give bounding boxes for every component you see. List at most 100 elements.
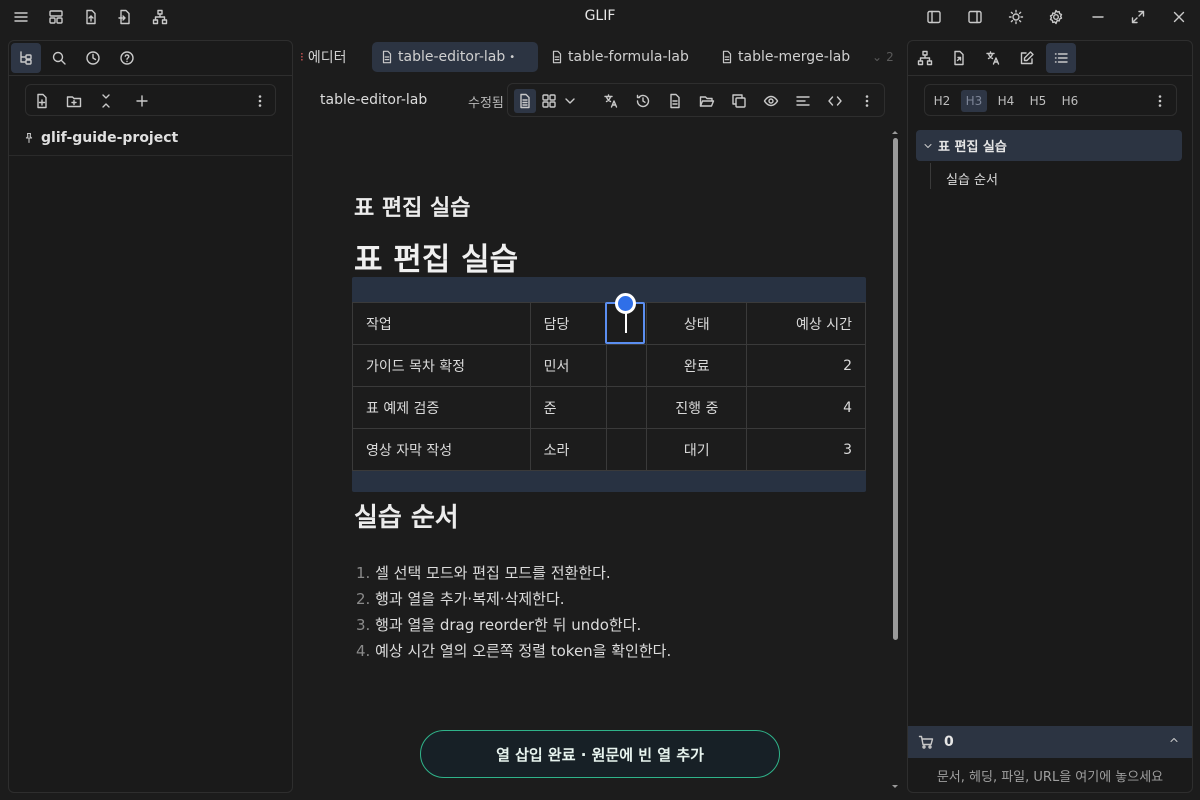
graph-icon[interactable] xyxy=(910,43,940,73)
theme-sun-icon[interactable] xyxy=(1003,4,1029,30)
preview-eye-icon[interactable] xyxy=(762,92,780,110)
tabs-overflow[interactable]: ⌄ 2 xyxy=(864,42,902,72)
file-toolbar xyxy=(25,84,276,116)
chevron-down-icon[interactable] xyxy=(561,92,579,110)
new-file-icon[interactable] xyxy=(33,92,51,110)
outline-item-2[interactable]: 실습 순서 xyxy=(946,169,998,188)
history-icon[interactable] xyxy=(634,92,652,110)
table-cell[interactable]: 표 예제 검증 xyxy=(352,386,531,429)
table-cell[interactable] xyxy=(605,344,648,387)
list-item: 2. 행과 열을 추가·복제·삭제한다. xyxy=(356,590,565,608)
more-vertical-icon[interactable] xyxy=(1147,90,1173,112)
column-drag-handle[interactable] xyxy=(615,293,636,314)
pin-icon xyxy=(23,132,35,144)
copy-icon[interactable] xyxy=(730,92,748,110)
minimize-icon[interactable] xyxy=(1085,4,1111,30)
heading-level-h4[interactable]: H4 xyxy=(993,90,1019,112)
steps-list: 1. 셀 선택 모드와 편집 모드를 전환한다. 2. 행과 열을 추가·복제·… xyxy=(356,560,671,664)
more-vertical-icon[interactable] xyxy=(858,92,876,110)
error-marker: ⁝ xyxy=(300,50,304,64)
heading-level-h5[interactable]: H5 xyxy=(1025,90,1051,112)
table-cell[interactable]: 진행 중 xyxy=(646,386,748,429)
search-icon[interactable] xyxy=(44,43,74,73)
editor-content[interactable]: 표 편집 실습 표 편집 실습 작업 담당 상태 예상 시간 가이드 목차 확정… xyxy=(298,120,902,792)
add-icon[interactable] xyxy=(133,92,151,110)
heading-level-h2[interactable]: H2 xyxy=(929,90,955,112)
tab-table-formula-lab[interactable]: table-formula-lab xyxy=(542,42,697,72)
divider xyxy=(908,75,1192,76)
divider xyxy=(9,155,292,156)
translate-icon[interactable] xyxy=(602,92,620,110)
new-folder-icon[interactable] xyxy=(65,92,83,110)
chevron-up-icon[interactable] xyxy=(1168,734,1180,746)
table-cell[interactable]: 영상 자막 작성 xyxy=(352,428,531,471)
table-block[interactable]: 작업 담당 상태 예상 시간 가이드 목차 확정 민서 완료 2 표 예제 검증… xyxy=(352,277,866,492)
folder-open-icon[interactable] xyxy=(698,92,716,110)
heading-level-h3[interactable]: H3 xyxy=(961,90,987,112)
table-cell[interactable]: 상태 xyxy=(646,302,748,345)
right-panel-toggle-icon[interactable] xyxy=(962,4,988,30)
heading-level-filter: H2 H3 H4 H5 H6 xyxy=(924,84,1177,116)
grid-view-icon[interactable] xyxy=(540,92,558,110)
outline-list-icon[interactable] xyxy=(1046,43,1076,73)
drop-zone[interactable]: 문서, 헤딩, 파일, URL을 여기에 놓으세요 xyxy=(908,758,1192,792)
table-cell[interactable]: 가이드 목차 확정 xyxy=(352,344,531,387)
table-cell[interactable]: 작업 xyxy=(352,302,531,345)
table-cell[interactable]: 2 xyxy=(746,344,866,387)
heading-level-h6[interactable]: H6 xyxy=(1057,90,1083,112)
settings-gear-icon[interactable] xyxy=(1043,4,1069,30)
column-handle-stem xyxy=(625,313,627,333)
table-cell[interactable]: 대기 xyxy=(646,428,748,471)
divider xyxy=(9,75,292,76)
document-header: table-editor-lab 수정됨 xyxy=(298,82,902,118)
edit-status: 수정됨 xyxy=(468,96,504,111)
table-cell[interactable] xyxy=(605,386,648,429)
align-left-icon[interactable] xyxy=(794,92,812,110)
table-cell[interactable]: 3 xyxy=(746,428,866,471)
toast-notification: 열 삽입 완료 · 원문에 빈 열 추가 xyxy=(420,730,780,778)
tab-table-merge-lab[interactable]: table-merge-lab xyxy=(712,42,858,72)
document-title: table-editor-lab xyxy=(320,92,428,108)
table-cell[interactable]: 예상 시간 xyxy=(746,302,866,345)
close-icon[interactable] xyxy=(1166,4,1192,30)
table-cell[interactable]: 완료 xyxy=(646,344,748,387)
history-clock-icon[interactable] xyxy=(78,43,108,73)
document-icon[interactable] xyxy=(666,92,684,110)
document-view-icon[interactable] xyxy=(514,89,536,113)
left-panel-toggle-icon[interactable] xyxy=(921,4,947,30)
collection-bar[interactable]: 0 xyxy=(908,726,1192,758)
table-row: 가이드 목차 확정 민서 완료 2 xyxy=(352,344,866,387)
table-cell[interactable]: 담당 xyxy=(529,302,607,345)
outline-item-1[interactable]: 표 편집 실습 xyxy=(916,130,1182,161)
linked-file-icon[interactable] xyxy=(944,43,974,73)
document-toolbar xyxy=(507,83,885,117)
chevron-down-icon: ⌄ xyxy=(872,50,883,64)
collapse-all-icon[interactable] xyxy=(97,92,115,110)
heading-h3: 표 편집 실습 xyxy=(354,196,471,221)
file-icon xyxy=(720,50,734,64)
maximize-icon[interactable] xyxy=(1125,4,1151,30)
heading-h2: 실습 순서 xyxy=(354,503,459,533)
project-name: glif-guide-project xyxy=(41,130,179,146)
tab-table-editor-lab[interactable]: table-editor-lab • xyxy=(372,42,538,72)
edit-icon[interactable] xyxy=(1012,43,1042,73)
project-root[interactable]: glif-guide-project xyxy=(23,130,178,146)
code-icon[interactable] xyxy=(826,92,844,110)
file-tree-icon[interactable] xyxy=(11,43,41,73)
table-cell[interactable]: 민서 xyxy=(529,344,607,387)
table-row: 표 예제 검증 준 진행 중 4 xyxy=(352,386,866,429)
translate-icon[interactable] xyxy=(978,43,1008,73)
table-cell[interactable]: 준 xyxy=(529,386,607,429)
more-vertical-icon[interactable] xyxy=(251,92,269,110)
file-icon xyxy=(380,50,394,64)
table-cell[interactable]: 소라 xyxy=(529,428,607,471)
tab-editor[interactable]: ⁝ 에디터 xyxy=(298,42,354,72)
help-icon[interactable] xyxy=(112,43,142,73)
table-cell[interactable] xyxy=(605,428,648,471)
scrollbar-thumb[interactable] xyxy=(893,138,898,640)
table-cell[interactable]: 4 xyxy=(746,386,866,429)
chevron-down-icon xyxy=(922,140,934,152)
tab-bar: ⁝ 에디터 table-editor-lab • table-formula-l… xyxy=(298,40,902,74)
modified-dot: • xyxy=(509,51,516,63)
left-sidebar: glif-guide-project xyxy=(8,40,293,793)
